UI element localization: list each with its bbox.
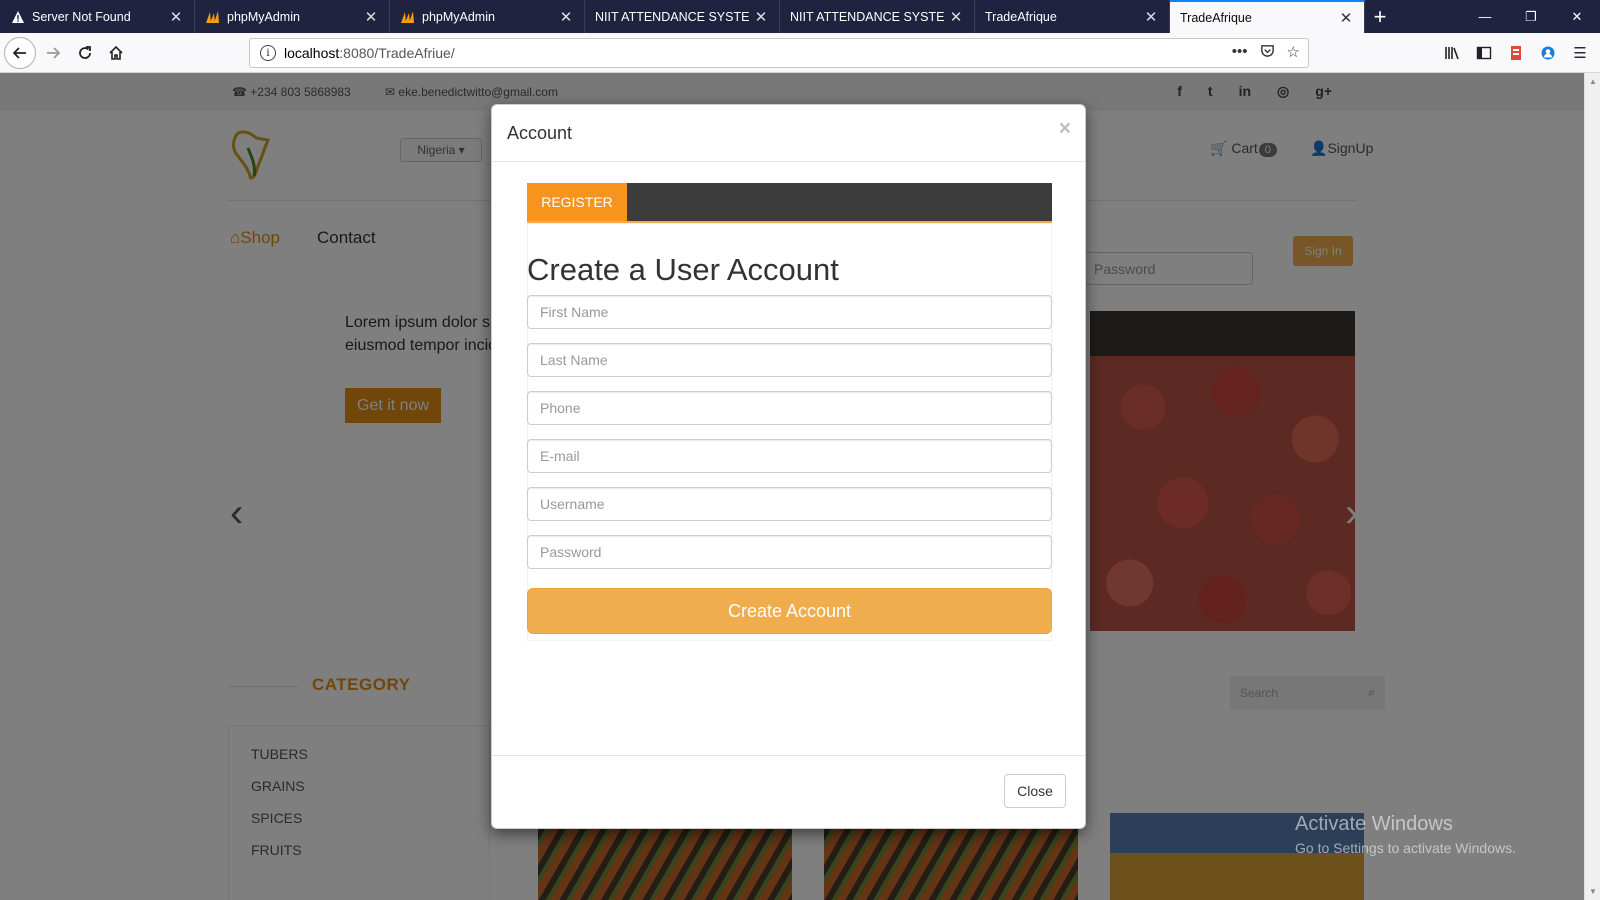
- first-name-field[interactable]: [527, 295, 1052, 329]
- extension-icon[interactable]: [1500, 38, 1532, 68]
- tab-close-icon[interactable]: ✕: [1334, 9, 1358, 27]
- home-icon[interactable]: [101, 38, 131, 68]
- phpmyadmin-icon: [400, 9, 416, 25]
- tab-register[interactable]: REGISTER: [527, 183, 627, 221]
- scroll-down-icon[interactable]: ▼: [1589, 887, 1597, 896]
- account-modal: Account × REGISTER Create a User Account…: [491, 104, 1086, 829]
- scroll-up-icon[interactable]: ▲: [1589, 77, 1597, 86]
- password-field[interactable]: [527, 535, 1052, 569]
- reload-icon[interactable]: [70, 38, 100, 68]
- tab-title: TradeAfrique: [1180, 10, 1252, 25]
- tab-close-icon[interactable]: ✕: [1139, 8, 1163, 26]
- create-account-button[interactable]: Create Account: [527, 588, 1052, 634]
- window-controls: — ❐ ✕: [1462, 0, 1600, 33]
- modal-title: Account: [507, 123, 573, 143]
- tab-close-icon[interactable]: ✕: [164, 8, 188, 26]
- account-icon[interactable]: [1532, 38, 1564, 68]
- modal-tabs: REGISTER: [527, 183, 1052, 223]
- warning-icon: [10, 9, 26, 25]
- browser-tab[interactable]: NIIT ATTENDANCE SYSTEM ✕: [585, 0, 780, 33]
- tab-title: NIIT ATTENDANCE SYSTEM: [595, 9, 749, 24]
- pocket-icon[interactable]: [1260, 43, 1275, 62]
- tab-close-icon[interactable]: ✕: [359, 8, 383, 26]
- address-bar[interactable]: i localhost:8080/TradeAfriue/ ••• ☆: [249, 38, 1309, 68]
- browser-tab[interactable]: TradeAfrique ✕: [975, 0, 1170, 33]
- windows-activation-watermark: Activate Windows Go to Settings to activ…: [1295, 813, 1516, 856]
- browser-tab[interactable]: phpMyAdmin ✕: [195, 0, 390, 33]
- page-actions-icon[interactable]: •••: [1232, 43, 1248, 62]
- modal-footer: Close: [492, 755, 1085, 828]
- phpmyadmin-icon: [205, 9, 221, 25]
- back-arrow-icon[interactable]: [4, 37, 36, 69]
- tab-title: phpMyAdmin: [422, 9, 495, 24]
- tab-title: NIIT ATTENDANCE SYSTEM: [790, 9, 944, 24]
- site-info-icon[interactable]: i: [260, 45, 276, 61]
- minimize-icon[interactable]: —: [1462, 0, 1508, 33]
- close-button[interactable]: Close: [1004, 774, 1066, 808]
- bookmark-star-icon[interactable]: ☆: [1287, 43, 1300, 62]
- tab-title: phpMyAdmin: [227, 9, 300, 24]
- browser-tab[interactable]: phpMyAdmin ✕: [390, 0, 585, 33]
- forward-arrow-icon[interactable]: [38, 38, 68, 68]
- page-scrollbar[interactable]: ▲ ▼: [1584, 73, 1600, 900]
- browser-tab[interactable]: NIIT ATTENDANCE SYSTEM ✕: [780, 0, 975, 33]
- restore-icon[interactable]: ❐: [1508, 0, 1554, 33]
- tab-close-icon[interactable]: ✕: [944, 8, 968, 26]
- phone-field[interactable]: [527, 391, 1052, 425]
- tab-strip: Server Not Found ✕ phpMyAdmin ✕ phpMyAdm…: [0, 0, 1600, 33]
- sidebar-icon[interactable]: [1468, 38, 1500, 68]
- form-heading: Create a User Account: [527, 252, 839, 287]
- modal-header: Account ×: [492, 105, 1085, 162]
- browser-tab-active[interactable]: TradeAfrique ✕: [1170, 0, 1365, 33]
- email-field[interactable]: [527, 439, 1052, 473]
- library-icon[interactable]: [1436, 38, 1468, 68]
- tab-title: TradeAfrique: [985, 9, 1057, 24]
- tab-close-icon[interactable]: ✕: [554, 8, 578, 26]
- tab-close-icon[interactable]: ✕: [749, 8, 773, 26]
- window-close-icon[interactable]: ✕: [1554, 0, 1600, 33]
- browser-tab[interactable]: Server Not Found ✕: [0, 0, 195, 33]
- url-host: localhost: [284, 45, 340, 61]
- url-path: :8080/TradeAfriue/: [339, 45, 455, 61]
- new-tab-plus-icon[interactable]: +: [1365, 0, 1395, 33]
- username-field[interactable]: [527, 487, 1052, 521]
- tab-title: Server Not Found: [32, 9, 131, 24]
- modal-close-icon[interactable]: ×: [1059, 117, 1071, 141]
- menu-hamburger-icon[interactable]: ☰: [1564, 38, 1596, 68]
- last-name-field[interactable]: [527, 343, 1052, 377]
- navigation-toolbar: i localhost:8080/TradeAfriue/ ••• ☆ ☰: [0, 33, 1600, 73]
